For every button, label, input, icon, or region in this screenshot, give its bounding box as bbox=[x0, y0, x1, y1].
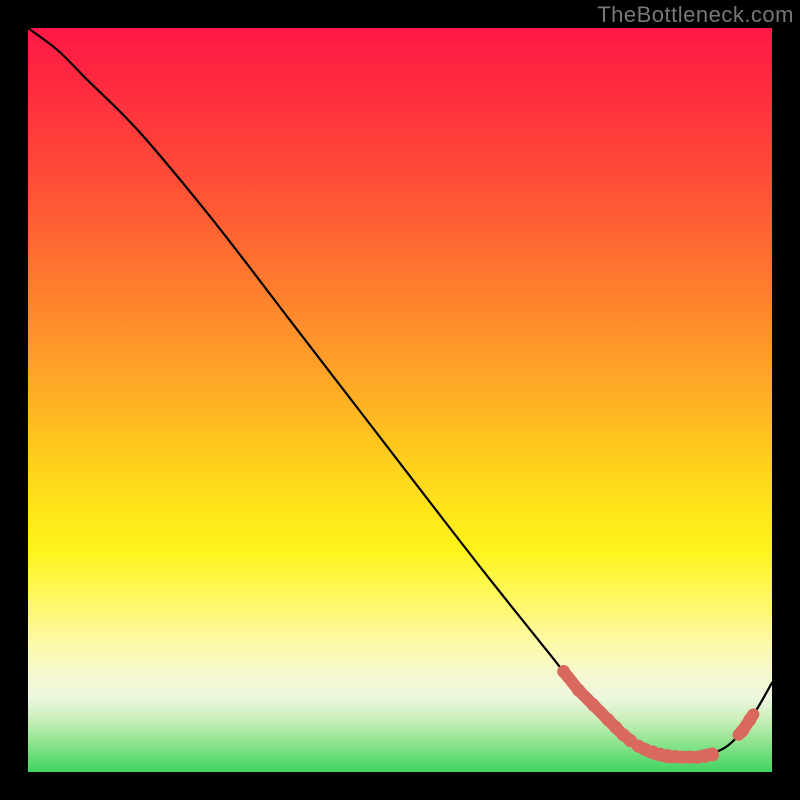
data-marker bbox=[557, 665, 570, 678]
chart-svg bbox=[28, 28, 772, 772]
highlight-segments bbox=[564, 672, 754, 758]
data-marker bbox=[736, 725, 749, 738]
watermark-text: TheBottleneck.com bbox=[597, 2, 794, 28]
plot-area bbox=[28, 28, 772, 772]
data-marker bbox=[572, 684, 585, 697]
curve-line bbox=[28, 28, 772, 757]
chart-frame: TheBottleneck.com bbox=[0, 0, 800, 800]
data-marker bbox=[743, 713, 756, 726]
data-marker bbox=[587, 699, 600, 712]
data-marker bbox=[706, 748, 719, 761]
marker-group bbox=[557, 665, 756, 764]
